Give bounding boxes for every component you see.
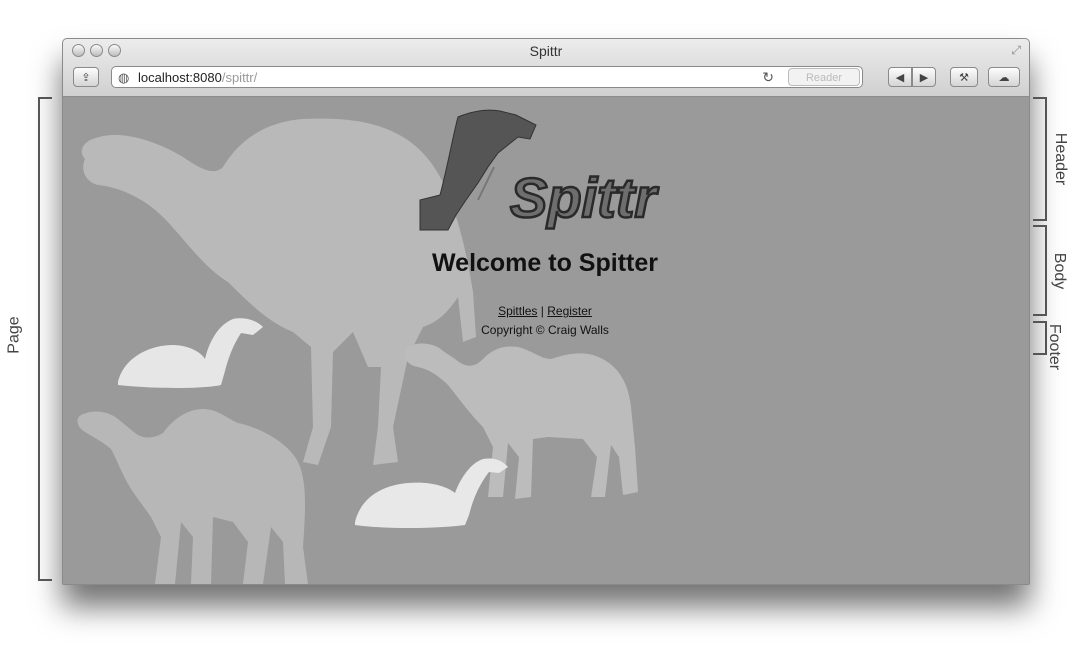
page-bracket	[38, 97, 52, 581]
header-annotation-label: Header	[1052, 132, 1070, 186]
footer-bracket	[1033, 321, 1047, 355]
footer-annotation-label: Footer	[1046, 323, 1064, 371]
layout-annotations	[38, 97, 1047, 581]
header-bracket	[1033, 97, 1047, 221]
body-bracket	[1033, 225, 1047, 316]
body-annotation-label: Body	[1051, 252, 1069, 290]
page-annotation-label: Page	[5, 316, 23, 354]
